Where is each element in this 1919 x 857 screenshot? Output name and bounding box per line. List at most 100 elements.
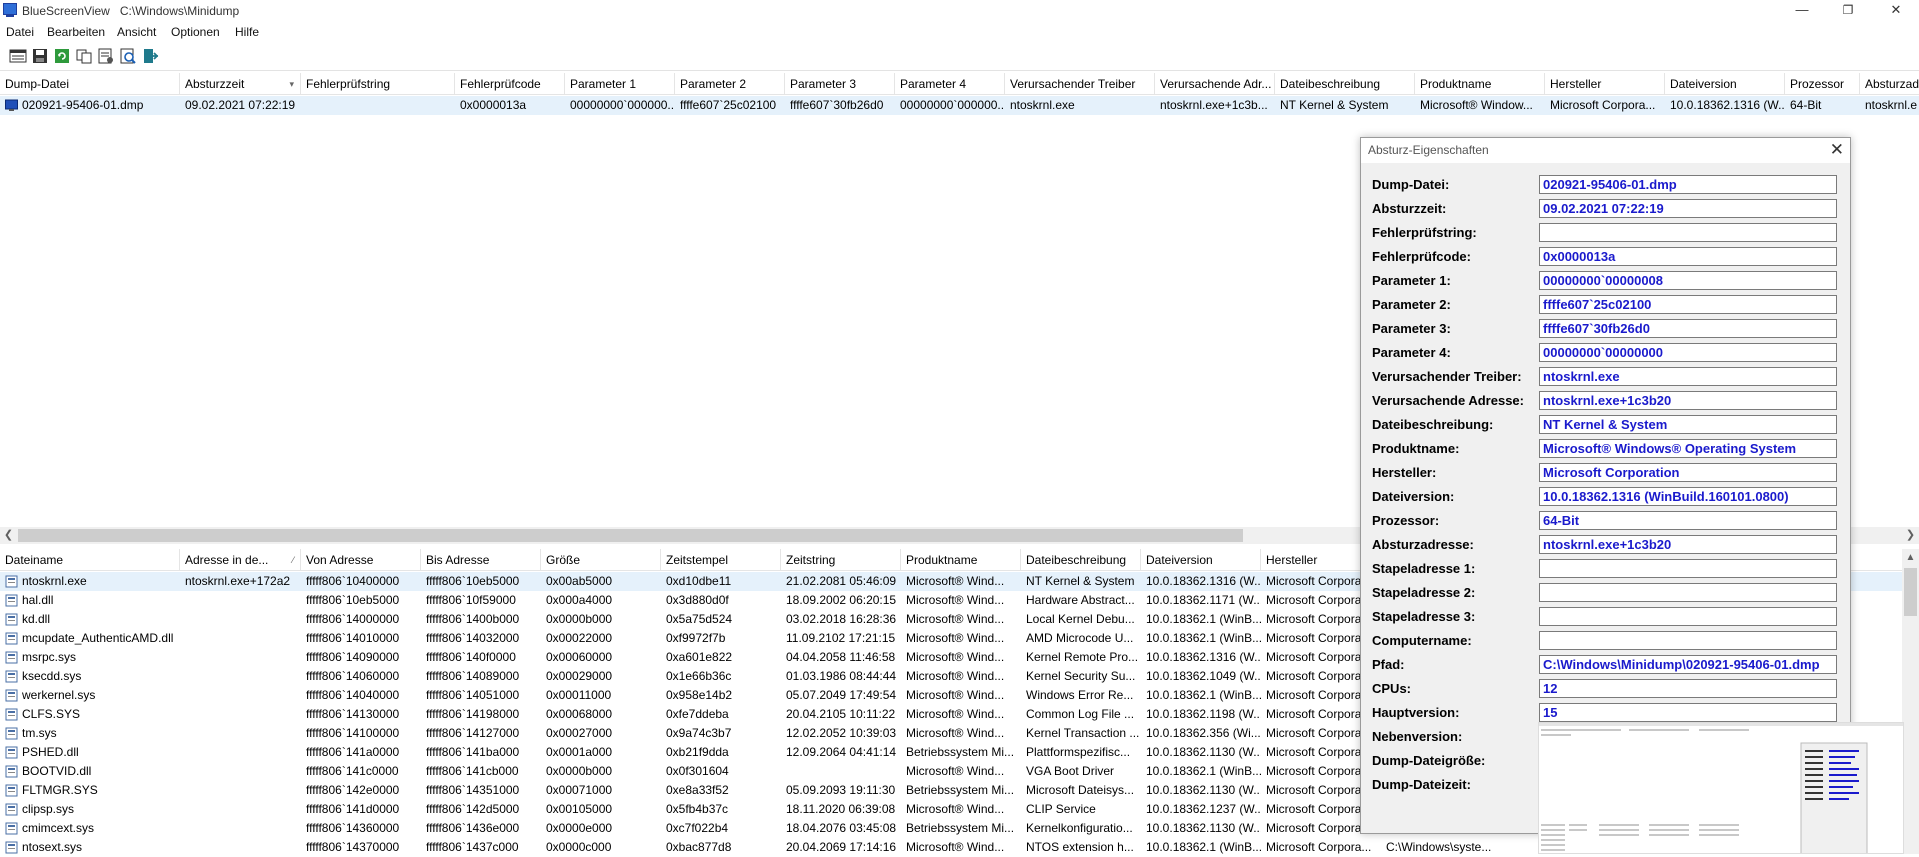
col-header-fehlerpruefcode[interactable]: Fehlerprüfcode xyxy=(455,73,565,95)
menu-datei[interactable]: Datei xyxy=(6,25,34,39)
property-value-field[interactable]: ntoskrnl.exe+1c3b20 xyxy=(1539,535,1837,554)
col-header-parameter-3[interactable]: Parameter 3 xyxy=(785,73,895,95)
cell-dateibeschreibung: AMD Microcode U... xyxy=(1026,631,1134,645)
cell-zeitstring: 12.09.2064 04:41:14 xyxy=(786,745,897,759)
col-header-dump-datei[interactable]: Dump-Datei xyxy=(0,73,180,95)
property-value-field[interactable]: 00000000`00000000 xyxy=(1539,343,1837,362)
col-header-dateibeschreibung[interactable]: Dateibeschreibung xyxy=(1275,73,1415,95)
save-icon[interactable] xyxy=(31,47,49,65)
col-header-parameter-2[interactable]: Parameter 2 xyxy=(675,73,785,95)
cell-dateiversion: 10.0.18362.1316 (W... xyxy=(1146,574,1261,588)
property-value-field[interactable]: 64-Bit xyxy=(1539,511,1837,530)
cell-produktname: Microsoft® Wind... xyxy=(906,669,1005,683)
property-value-field[interactable]: 020921-95406-01.dmp xyxy=(1539,175,1837,194)
cell-dateibeschreibung: Kernel Remote Pro... xyxy=(1026,650,1139,664)
col-header-dateibeschreibung[interactable]: Dateibeschreibung xyxy=(1021,549,1141,571)
cell-dateiname: PSHED.dll xyxy=(22,745,79,759)
refresh-icon[interactable] xyxy=(53,47,71,65)
cell-von-adresse: fffff806`141c0000 xyxy=(306,764,399,778)
property-value-field[interactable]: 10.0.18362.1316 (WinBuild.160101.0800) xyxy=(1539,487,1837,506)
cell-produktname: Microsoft® Wind... xyxy=(906,726,1005,740)
restore-button[interactable]: ❐ xyxy=(1825,0,1871,22)
menu-bearbeiten[interactable]: Bearbeiten xyxy=(47,25,105,39)
scrollbar-thumb[interactable] xyxy=(18,529,1243,542)
col-header-dateiversion[interactable]: Dateiversion xyxy=(1141,549,1261,571)
property-value-field[interactable]: Microsoft Corporation xyxy=(1539,463,1837,482)
cell-verursachender-treiber: ntoskrnl.exe xyxy=(1010,98,1075,112)
cell-dateiname: clipsp.sys xyxy=(22,802,75,816)
minimize-button[interactable]: — xyxy=(1779,0,1825,22)
property-value-field[interactable] xyxy=(1539,223,1837,242)
property-value-field[interactable]: 12 xyxy=(1539,679,1837,698)
cell-adresse-in-stack xyxy=(180,724,301,743)
property-value-field[interactable] xyxy=(1539,559,1837,578)
col-header-zeitstring[interactable]: Zeitstring xyxy=(781,549,901,571)
col-header-parameter-4[interactable]: Parameter 4 xyxy=(895,73,1005,95)
copy-icon[interactable] xyxy=(75,47,93,65)
col-header-adresse-in-stack[interactable]: Adresse in de... ⁄ xyxy=(180,549,301,571)
col-header-dateiname[interactable]: Dateiname xyxy=(0,549,180,571)
scroll-right-arrow-icon[interactable]: ❯ xyxy=(1902,527,1919,544)
col-header-absturzadresse[interactable]: Absturzad xyxy=(1860,73,1919,95)
cell-dateiname: ntosext.sys xyxy=(22,840,83,854)
scroll-up-arrow-icon[interactable]: ▲ xyxy=(1902,549,1919,566)
cell-zeitstempel: 0x3d880d0f xyxy=(666,593,729,607)
exit-icon[interactable] xyxy=(141,47,159,65)
col-header-zeitstempel[interactable]: Zeitstempel xyxy=(661,549,781,571)
col-header-prozessor[interactable]: Prozessor xyxy=(1785,73,1860,95)
cell-dateiversion: 10.0.18362.1237 (W... xyxy=(1146,802,1261,816)
cell-von-adresse: fffff806`14370000 xyxy=(306,840,400,854)
col-header-absturzzeit[interactable]: Absturzzeit ▾ xyxy=(180,73,301,95)
menu-hilfe[interactable]: Hilfe xyxy=(235,25,259,39)
col-header-produktname[interactable]: Produktname xyxy=(1415,73,1545,95)
col-header-hersteller[interactable]: Hersteller xyxy=(1545,73,1665,95)
property-value-field[interactable] xyxy=(1539,583,1837,602)
property-value-field[interactable]: ffffe607`30fb26d0 xyxy=(1539,319,1837,338)
find-icon[interactable] xyxy=(119,47,137,65)
scroll-left-arrow-icon[interactable]: ❮ xyxy=(0,527,17,544)
col-header-fehlerpruefstring[interactable]: Fehlerprüfstring xyxy=(301,73,455,95)
scrollbar-thumb[interactable] xyxy=(1904,568,1917,616)
table-row[interactable]: 020921-95406-01.dmp 09.02.2021 07:22:19 … xyxy=(0,96,1919,115)
cell-von-adresse: fffff806`10400000 xyxy=(306,574,400,588)
property-value-field[interactable] xyxy=(1539,607,1837,626)
properties-icon[interactable] xyxy=(9,47,27,65)
cell-dateibeschreibung: Kernelkonfiguratio... xyxy=(1026,821,1133,835)
property-value-field[interactable]: ffffe607`25c02100 xyxy=(1539,295,1837,314)
cell-absturzzeit: 09.02.2021 07:22:19 xyxy=(185,98,296,112)
property-label: Hersteller: xyxy=(1372,465,1437,480)
col-header-dateiversion[interactable]: Dateiversion xyxy=(1665,73,1785,95)
menu-ansicht[interactable]: Ansicht xyxy=(117,25,156,39)
property-value-field[interactable] xyxy=(1539,631,1837,650)
cell-parameter-1: 00000000`000000... xyxy=(570,98,675,112)
property-value-field[interactable]: C:\Windows\Minidump\020921-95406-01.dmp xyxy=(1539,655,1837,674)
col-header-groesse[interactable]: Größe xyxy=(541,549,661,571)
vertical-scrollbar[interactable]: ▲ xyxy=(1902,549,1919,854)
menu-optionen[interactable]: Optionen xyxy=(171,25,220,39)
cell-bis-adresse: fffff806`10f59000 xyxy=(426,593,516,607)
col-header-produktname[interactable]: Produktname xyxy=(901,549,1021,571)
cell-zeitstring: 18.04.2076 03:45:08 xyxy=(786,821,897,835)
property-value-field[interactable]: 15 xyxy=(1539,703,1837,722)
property-value-field[interactable]: ntoskrnl.exe xyxy=(1539,367,1837,386)
col-header-parameter-1[interactable]: Parameter 1 xyxy=(565,73,675,95)
property-value-field[interactable]: 00000000`00000008 xyxy=(1539,271,1837,290)
dialog-close-icon[interactable]: ✕ xyxy=(1830,140,1844,160)
property-label: Parameter 1: xyxy=(1372,273,1451,288)
property-value-field[interactable]: ntoskrnl.exe+1c3b20 xyxy=(1539,391,1837,410)
col-header-von-adresse[interactable]: Von Adresse xyxy=(301,549,421,571)
property-value-field[interactable]: 09.02.2021 07:22:19 xyxy=(1539,199,1837,218)
col-header-bis-adresse[interactable]: Bis Adresse xyxy=(421,549,541,571)
property-value-field[interactable]: NT Kernel & System xyxy=(1539,415,1837,434)
col-header-verursachender-treiber[interactable]: Verursachender Treiber xyxy=(1005,73,1155,95)
options-icon[interactable] xyxy=(97,47,115,65)
sort-descending-icon: ▾ xyxy=(289,79,294,89)
property-value-field[interactable]: Microsoft® Windows® Operating System xyxy=(1539,439,1837,458)
property-value-field[interactable]: 0x0000013a xyxy=(1539,247,1837,266)
col-header-verursachende-adresse[interactable]: Verursachende Adr... xyxy=(1155,73,1275,95)
cell-dateibeschreibung: Kernel Transaction ... xyxy=(1026,726,1140,740)
cell-dateiname: cmimcext.sys xyxy=(22,821,94,835)
close-button[interactable]: ✕ xyxy=(1873,0,1919,22)
property-label: Computername: xyxy=(1372,633,1472,648)
cell-dateibeschreibung: Hardware Abstract... xyxy=(1026,593,1135,607)
